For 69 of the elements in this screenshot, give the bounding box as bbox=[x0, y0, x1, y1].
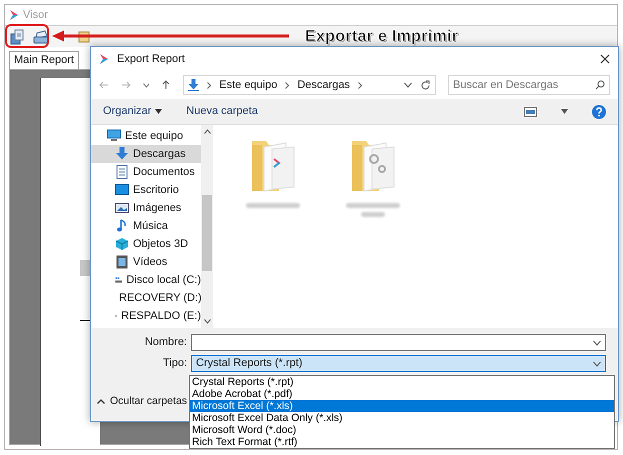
address-bar[interactable]: Este equipo Descargas bbox=[183, 75, 436, 95]
blurred-file-name bbox=[246, 203, 300, 208]
videos-icon bbox=[115, 255, 129, 269]
downloads-icon bbox=[188, 79, 200, 91]
export-icon[interactable] bbox=[9, 28, 25, 44]
scroll-up-icon[interactable] bbox=[204, 129, 210, 134]
documents-icon bbox=[115, 165, 129, 179]
blurred-file-name bbox=[361, 212, 385, 217]
report-tab[interactable]: Main Report bbox=[9, 51, 79, 69]
breadcrumb-separator-icon bbox=[285, 82, 290, 88]
search-icon bbox=[595, 80, 606, 90]
view-icon[interactable] bbox=[524, 106, 537, 116]
toolbar-button[interactable]: Nueva carpeta bbox=[186, 103, 258, 120]
chevron-up-icon bbox=[97, 399, 105, 404]
app-logo-icon bbox=[99, 53, 109, 65]
nav-item[interactable]: Música bbox=[91, 217, 201, 235]
up-arrow-icon[interactable] bbox=[161, 80, 172, 90]
scroll-thumb[interactable] bbox=[202, 195, 212, 271]
help-icon[interactable] bbox=[592, 104, 606, 118]
file-type-option[interactable]: Adobe Acrobat (*.pdf) bbox=[190, 388, 614, 400]
nav-item[interactable]: Disco local (C:) bbox=[91, 271, 201, 289]
caret-icon[interactable] bbox=[142, 82, 150, 88]
field-label: Tipo: bbox=[162, 356, 187, 372]
hide-folders-button[interactable]: Ocultar carpetas bbox=[97, 394, 188, 410]
filename-field[interactable] bbox=[191, 334, 606, 351]
scrollbar[interactable] bbox=[201, 125, 213, 328]
search-field[interactable]: Buscar en Descargas bbox=[448, 75, 610, 95]
toolbar-button[interactable]: Organizar bbox=[103, 103, 162, 120]
dialog-title: Export Report bbox=[117, 52, 186, 67]
file-type-option[interactable]: Microsoft Excel (*.xls) bbox=[190, 400, 614, 412]
caret-icon[interactable] bbox=[561, 109, 568, 114]
annotation-frame bbox=[5, 24, 49, 48]
file-type-option[interactable]: Rich Text Format (*.rtf) bbox=[190, 436, 614, 448]
window-title: Visor bbox=[23, 8, 48, 23]
nav-item[interactable]: Descargas bbox=[91, 145, 201, 163]
blurred-file-name bbox=[346, 203, 400, 208]
nav-item[interactable]: RECOVERY (D:) bbox=[91, 289, 201, 307]
downloads-icon bbox=[115, 147, 129, 161]
nav-item[interactable]: Objetos 3D bbox=[91, 235, 201, 253]
nav-item[interactable]: Documentos bbox=[91, 163, 201, 181]
breadcrumb-item[interactable]: Descargas bbox=[297, 76, 350, 94]
breadcrumb-separator-icon bbox=[358, 82, 362, 88]
caret-icon bbox=[155, 109, 162, 114]
music-icon bbox=[115, 219, 129, 233]
breadcrumb-item[interactable]: Este equipo bbox=[219, 76, 278, 94]
computer-icon bbox=[107, 129, 121, 143]
dropdown-caret-icon[interactable] bbox=[404, 82, 412, 88]
pictures-icon bbox=[115, 201, 129, 215]
dropdown-caret-icon bbox=[593, 340, 601, 346]
print-icon[interactable] bbox=[33, 28, 49, 44]
refresh-icon[interactable] bbox=[420, 80, 432, 90]
objects-icon bbox=[115, 237, 129, 251]
nav-item[interactable]: Escritorio bbox=[91, 181, 201, 199]
close-icon[interactable] bbox=[600, 54, 610, 64]
breadcrumb-separator-icon bbox=[207, 82, 212, 88]
nav-item[interactable]: RESPALDO (E:) bbox=[91, 307, 201, 325]
dropdown-caret-icon bbox=[593, 360, 601, 366]
annotation-label: Exportar e Imprimir bbox=[305, 27, 458, 47]
app-logo-icon bbox=[9, 9, 19, 21]
scroll-down-icon[interactable] bbox=[204, 319, 210, 324]
file-type-option[interactable]: Microsoft Excel Data Only (*.xls) bbox=[190, 412, 614, 424]
nav-item[interactable]: Vídeos bbox=[91, 253, 201, 271]
file-type-select[interactable]: Crystal Reports (*.rpt) bbox=[191, 355, 606, 372]
nav-item[interactable]: Imágenes bbox=[91, 199, 201, 217]
nav-item[interactable]: Este equipo bbox=[91, 127, 201, 145]
field-label: Nombre: bbox=[144, 335, 187, 350]
file-type-option[interactable]: Crystal Reports (*.rpt) bbox=[190, 376, 614, 388]
file-type-option[interactable]: Microsoft Word (*.doc) bbox=[190, 424, 614, 436]
desktop-icon bbox=[115, 183, 129, 197]
